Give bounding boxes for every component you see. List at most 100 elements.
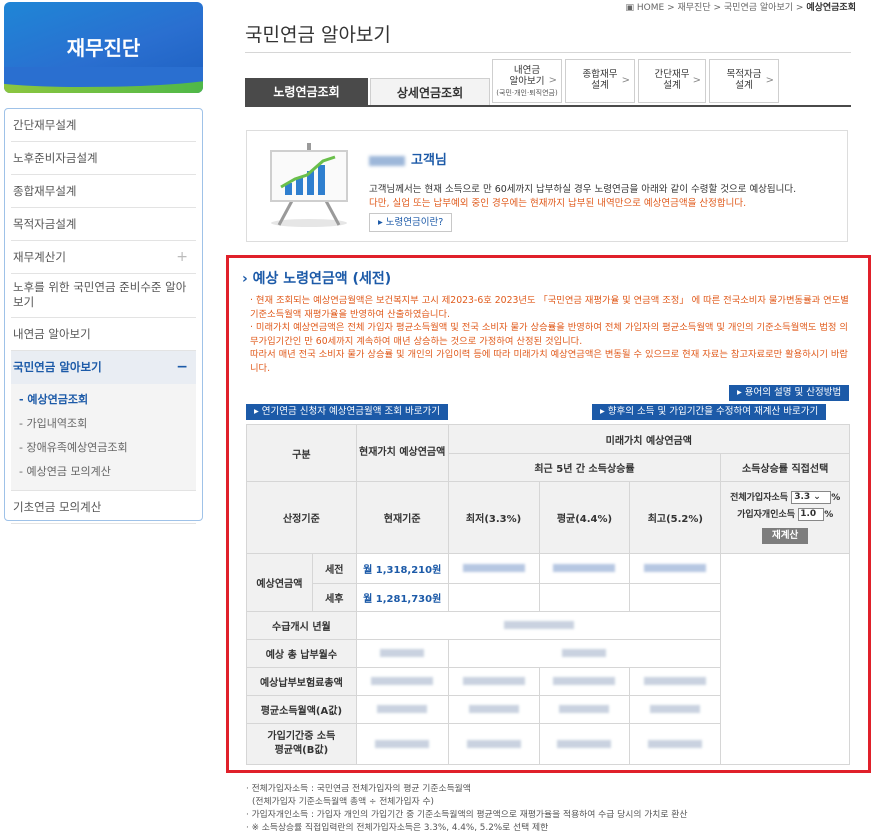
recalculate-link-button[interactable]: ▸ 향후의 소득 및 가입기간을 수정하여 재계산 바로가기: [592, 404, 827, 420]
customer-name: 고객님: [369, 149, 447, 168]
chevron-down-icon: ⌄: [813, 492, 821, 502]
header-decoration: [4, 67, 203, 93]
sidebar-item-total-plan[interactable]: 종합재무설계: [11, 175, 196, 208]
redacted-value: [629, 723, 722, 765]
tab-label: 내연금: [513, 65, 541, 76]
sidebar-subitem-expected-pension[interactable]: - 예상연금조회: [11, 388, 196, 412]
tab-label: 종합재무: [582, 69, 618, 80]
deferred-pension-button[interactable]: ▸ 연기연금 신청자 예상연금월액 조회 바로가기: [246, 404, 448, 420]
tab-old-age-pension[interactable]: 노령연금조회: [245, 78, 368, 106]
sidebar-subitem-simulation[interactable]: - 예상연금 모의계산: [11, 460, 196, 484]
aftertax-amount: 월 1,281,730원: [355, 583, 449, 612]
info-text: 고객님께서는 현재 소득으로 만 60세까지 납부하실 경우 노령연금을 아래와…: [369, 184, 797, 195]
tab-label: 설계: [591, 80, 609, 91]
tab-baseline: [245, 105, 851, 107]
chevron-right-icon: >: [765, 75, 774, 86]
empty-cell: [538, 583, 631, 612]
what-is-pension-button[interactable]: ▸ 노령연금이란?: [369, 213, 453, 232]
empty-cell: [720, 553, 850, 765]
tab-my-pension[interactable]: 내연금 알아보기 (국민·개인·퇴직연금) >: [492, 59, 562, 103]
header-current-value: 현재가치 예상연금액: [355, 424, 449, 482]
sidebar-subitem-enrollment-history[interactable]: - 가입내역조회: [11, 412, 196, 436]
sidebar-header: 재무진단: [4, 2, 203, 93]
header-current-basis: 현재기준: [355, 481, 449, 554]
title-divider: [245, 52, 851, 53]
tab-simple-plan[interactable]: 간단재무 설계 >: [638, 59, 706, 103]
redacted-value: [355, 695, 449, 724]
tab-label: 알아보기: [509, 76, 545, 87]
recalculate-button[interactable]: 재계산: [762, 528, 809, 544]
header-category: 구분: [246, 424, 357, 482]
sidebar-item-my-pension[interactable]: 내연금 알아보기: [11, 318, 196, 351]
row-total-months: 예상 총 납부월수: [246, 639, 357, 668]
sidebar-item-label: 내연금 알아보기: [13, 327, 91, 341]
direct-select-cell: 전체가입자소득 3.3 ⌄% 가입자개인소득 1.0% 재계산: [720, 481, 850, 554]
total-income-select[interactable]: 3.3 ⌄: [791, 491, 832, 504]
empty-cell: [447, 583, 540, 612]
redacted-value: [538, 667, 631, 696]
terms-button[interactable]: ▸ 용어의 설명 및 산정방법: [729, 385, 850, 401]
section-notice: · 현재 조회되는 예상연금월액은 보건복지부 고시 제2023-6호 2023…: [250, 294, 853, 375]
header-recent-growth: 최근 5년 간 소득상승률: [447, 453, 722, 482]
sidebar-item-label: 재무계산기: [13, 250, 66, 264]
sidebar-item-label: 목적자금설계: [13, 217, 77, 231]
header-low: 최저(3.3%): [447, 481, 540, 554]
tab-purpose-fund[interactable]: 목적자금 설계 >: [709, 59, 779, 103]
total-income-value: 3.3: [794, 492, 811, 502]
breadcrumb-level2[interactable]: 국민연금 알아보기: [724, 3, 793, 13]
breadcrumb-home[interactable]: HOME: [637, 3, 664, 13]
sidebar-item-basic-pension[interactable]: 기초연금 모의계산: [11, 491, 196, 524]
redacted-value: [538, 723, 631, 765]
customer-info-box: 고객님 고객님께서는 현재 소득으로 만 60세까지 납부하실 경우 노령연금을…: [246, 130, 848, 242]
minus-icon: −: [176, 359, 188, 375]
header-high: 최고(5.2%): [629, 481, 722, 554]
breadcrumb-separator: >: [667, 3, 675, 13]
notice-line: 따라서 매년 전국 소비자 물가 상승률 및 개인의 가입이력 등에 따라 미래…: [250, 349, 848, 374]
sidebar-item-calculator[interactable]: 재무계산기 +: [11, 241, 196, 274]
sidebar-item-national-pension[interactable]: 국민연금 알아보기 −: [11, 351, 196, 384]
row-start-date: 수급개시 년월: [246, 611, 357, 640]
redacted-value: [538, 553, 631, 584]
redacted-value: [629, 667, 722, 696]
tab-label: 목적자금: [726, 69, 762, 80]
sidebar-item-simple-plan[interactable]: 간단재무설계: [11, 109, 196, 142]
redacted-value: [629, 553, 722, 584]
redacted-value: [629, 695, 722, 724]
breadcrumb-current: 예상연금조회: [806, 3, 856, 13]
tab-label: 설계: [663, 80, 681, 91]
sidebar-subitem-disability-survivor[interactable]: - 장애유족예상연금조회: [11, 436, 196, 460]
section-title: › 예상 노령연금액 (세전): [242, 271, 392, 287]
pension-table: 구분 현재가치 예상연금액 미래가치 예상연금액 최근 5년 간 소득상승률 소…: [246, 424, 851, 765]
tab-label: 설계: [735, 80, 753, 91]
home-icon[interactable]: ▣: [625, 3, 634, 13]
personal-income-label: 가입자개인소득: [737, 510, 796, 520]
footnote: (전체가입자 기준소득월액 총액 ÷ 전체가입자 수): [252, 797, 434, 807]
redacted-value: [355, 639, 449, 668]
chevron-right-icon: >: [692, 75, 701, 86]
total-income-label: 전체가입자소득: [730, 493, 789, 503]
chevron-right-icon: >: [621, 75, 630, 86]
footnote: · 전체가입자소득 : 국민연금 전체가입자의 평균 기준소득월액: [246, 784, 471, 794]
header-future-value: 미래가치 예상연금액: [447, 424, 851, 454]
sidebar-menu: 간단재무설계 노후준비자금설계 종합재무설계 목적자금설계 재무계산기 + 노후를…: [4, 108, 203, 524]
header-avg: 평균(4.4%): [538, 481, 631, 554]
sidebar-item-pension-readiness[interactable]: 노후를 위한 국민연금 준비수준 알아보기: [11, 274, 196, 318]
row-total-premium: 예상납부보험료총액: [246, 667, 357, 696]
redacted-value: [355, 667, 449, 696]
notice-line: · 현재 조회되는 예상연금월액은 보건복지부 고시 제2023-6호 2023…: [250, 295, 849, 320]
sidebar-submenu: - 예상연금조회 - 가입내역조회 - 장애유족예상연금조회 - 예상연금 모의…: [11, 384, 196, 491]
sidebar-title: 재무진단: [66, 36, 141, 60]
percent-sign: %: [831, 493, 841, 503]
sidebar-item-retirement-fund[interactable]: 노후준비자금설계: [11, 142, 196, 175]
chevron-right-icon: >: [548, 75, 557, 86]
breadcrumb-separator: >: [795, 3, 804, 13]
personal-income-input[interactable]: 1.0: [798, 508, 825, 521]
tab-sublabel: (국민·개인·퇴직연금): [496, 89, 558, 97]
tab-detailed-pension[interactable]: 상세연금조회: [370, 78, 490, 106]
sidebar-item-purpose-fund[interactable]: 목적자금설계: [11, 208, 196, 241]
redacted-value: [538, 695, 631, 724]
breadcrumb-level1[interactable]: 재무진단: [677, 3, 710, 13]
redacted-value: [447, 639, 722, 668]
empty-cell: [629, 583, 722, 612]
tab-total-plan[interactable]: 종합재무 설계 >: [565, 59, 635, 103]
